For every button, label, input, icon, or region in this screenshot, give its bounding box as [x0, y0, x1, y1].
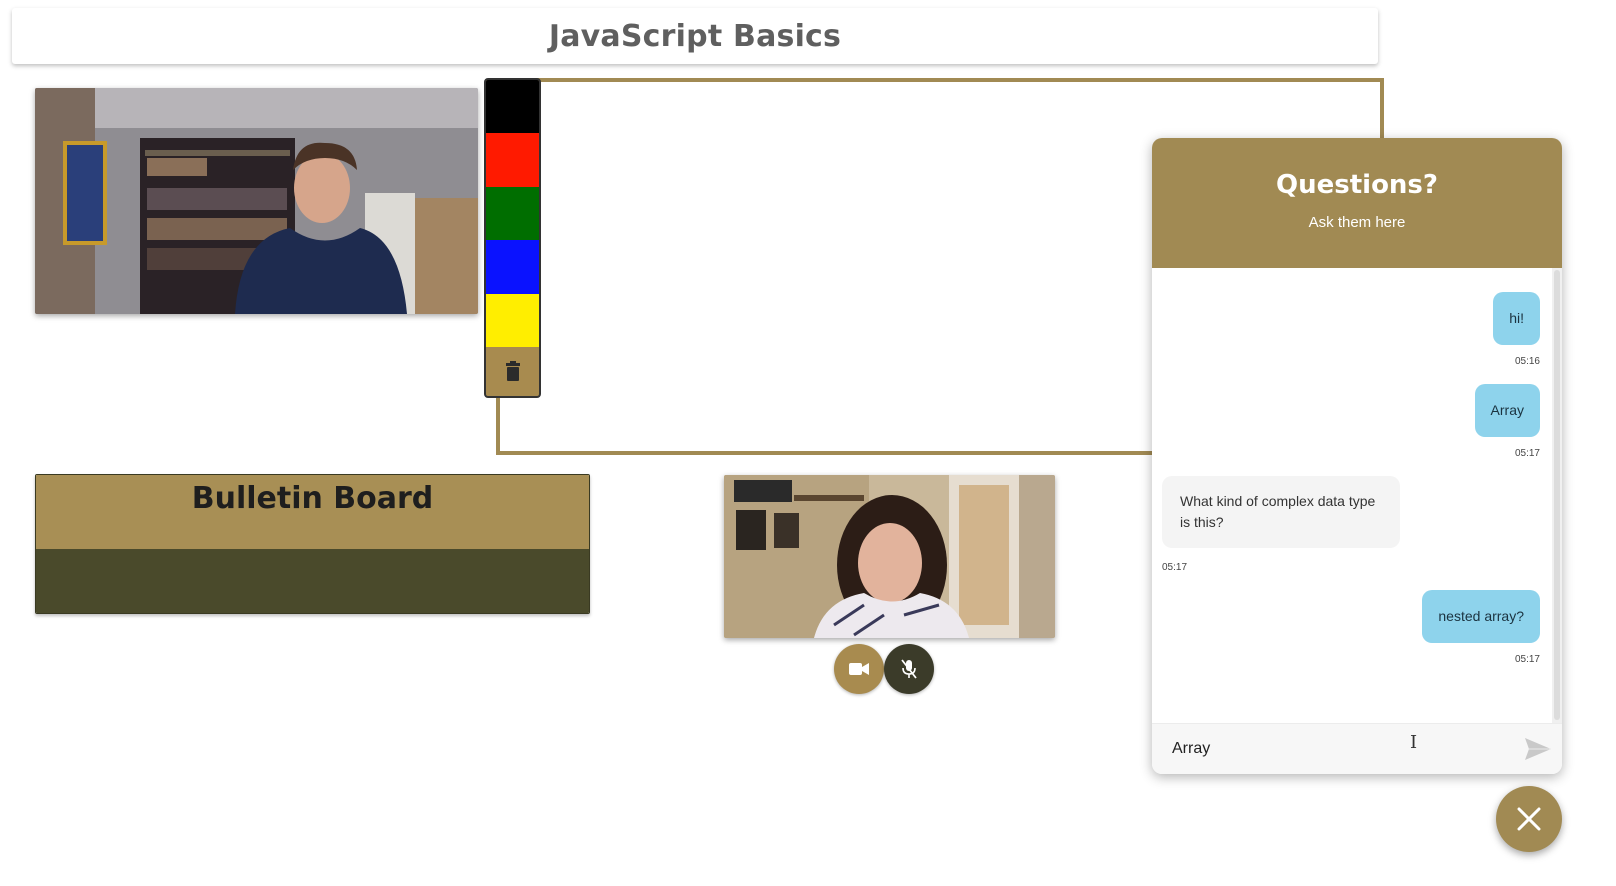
- message-bubble: hi!: [1493, 292, 1540, 345]
- message-timestamp: 05:16: [1514, 356, 1540, 367]
- swatch-yellow[interactable]: [486, 293, 539, 347]
- chat-input-row: [1152, 723, 1562, 774]
- close-chat-button[interactable]: [1496, 786, 1562, 852]
- questions-chat-panel: Questions? Ask them here hi! 05:16 Array…: [1152, 138, 1562, 774]
- teacher-video: [35, 88, 478, 314]
- chat-message-input[interactable]: [1152, 728, 1514, 770]
- message-timestamp: 05:17: [1514, 448, 1540, 459]
- message-timestamp: 05:17: [1162, 562, 1188, 573]
- bulletin-board: Bulletin Board: [35, 474, 590, 614]
- color-palette: [484, 78, 541, 398]
- chat-title: Questions?: [1276, 170, 1438, 200]
- microphone-toggle-button[interactable]: [884, 644, 934, 694]
- swatch-blue[interactable]: [486, 240, 539, 294]
- message-bubble: What kind of complex data type is this?: [1162, 476, 1400, 548]
- trash-icon: [505, 361, 520, 382]
- microphone-off-icon: [901, 659, 917, 679]
- swatch-green[interactable]: [486, 186, 539, 241]
- camera-toggle-button[interactable]: [834, 644, 884, 694]
- text-cursor-icon: I: [1410, 732, 1418, 753]
- message-bubble: nested array?: [1422, 590, 1540, 643]
- page-header: JavaScript Basics: [12, 8, 1378, 64]
- send-icon: [1525, 738, 1551, 760]
- chat-scrollbar-thumb[interactable]: [1554, 270, 1560, 720]
- student-video: [724, 475, 1055, 638]
- swatch-black[interactable]: [486, 80, 539, 134]
- chat-header: Questions? Ask them here: [1152, 138, 1562, 268]
- message-bubble: Array: [1474, 384, 1540, 437]
- chat-scrollbar[interactable]: [1552, 268, 1562, 724]
- clear-canvas-button[interactable]: [486, 347, 539, 396]
- video-camera-icon: [849, 663, 869, 675]
- chat-messages[interactable]: hi! 05:16 Array 05:17 What kind of compl…: [1152, 268, 1562, 724]
- bulletin-title: Bulletin Board: [191, 481, 434, 516]
- send-button[interactable]: [1514, 729, 1562, 769]
- close-icon: [1517, 807, 1541, 831]
- teacher-video-frame: [35, 88, 478, 314]
- bulletin-content: [36, 549, 589, 613]
- swatch-red[interactable]: [486, 133, 539, 187]
- page-title: JavaScript Basics: [548, 18, 842, 54]
- bulletin-header: Bulletin Board: [36, 475, 589, 549]
- chat-subtitle: Ask them here: [1308, 214, 1406, 231]
- message-timestamp: 05:17: [1514, 654, 1540, 665]
- student-video-frame: [724, 475, 1055, 638]
